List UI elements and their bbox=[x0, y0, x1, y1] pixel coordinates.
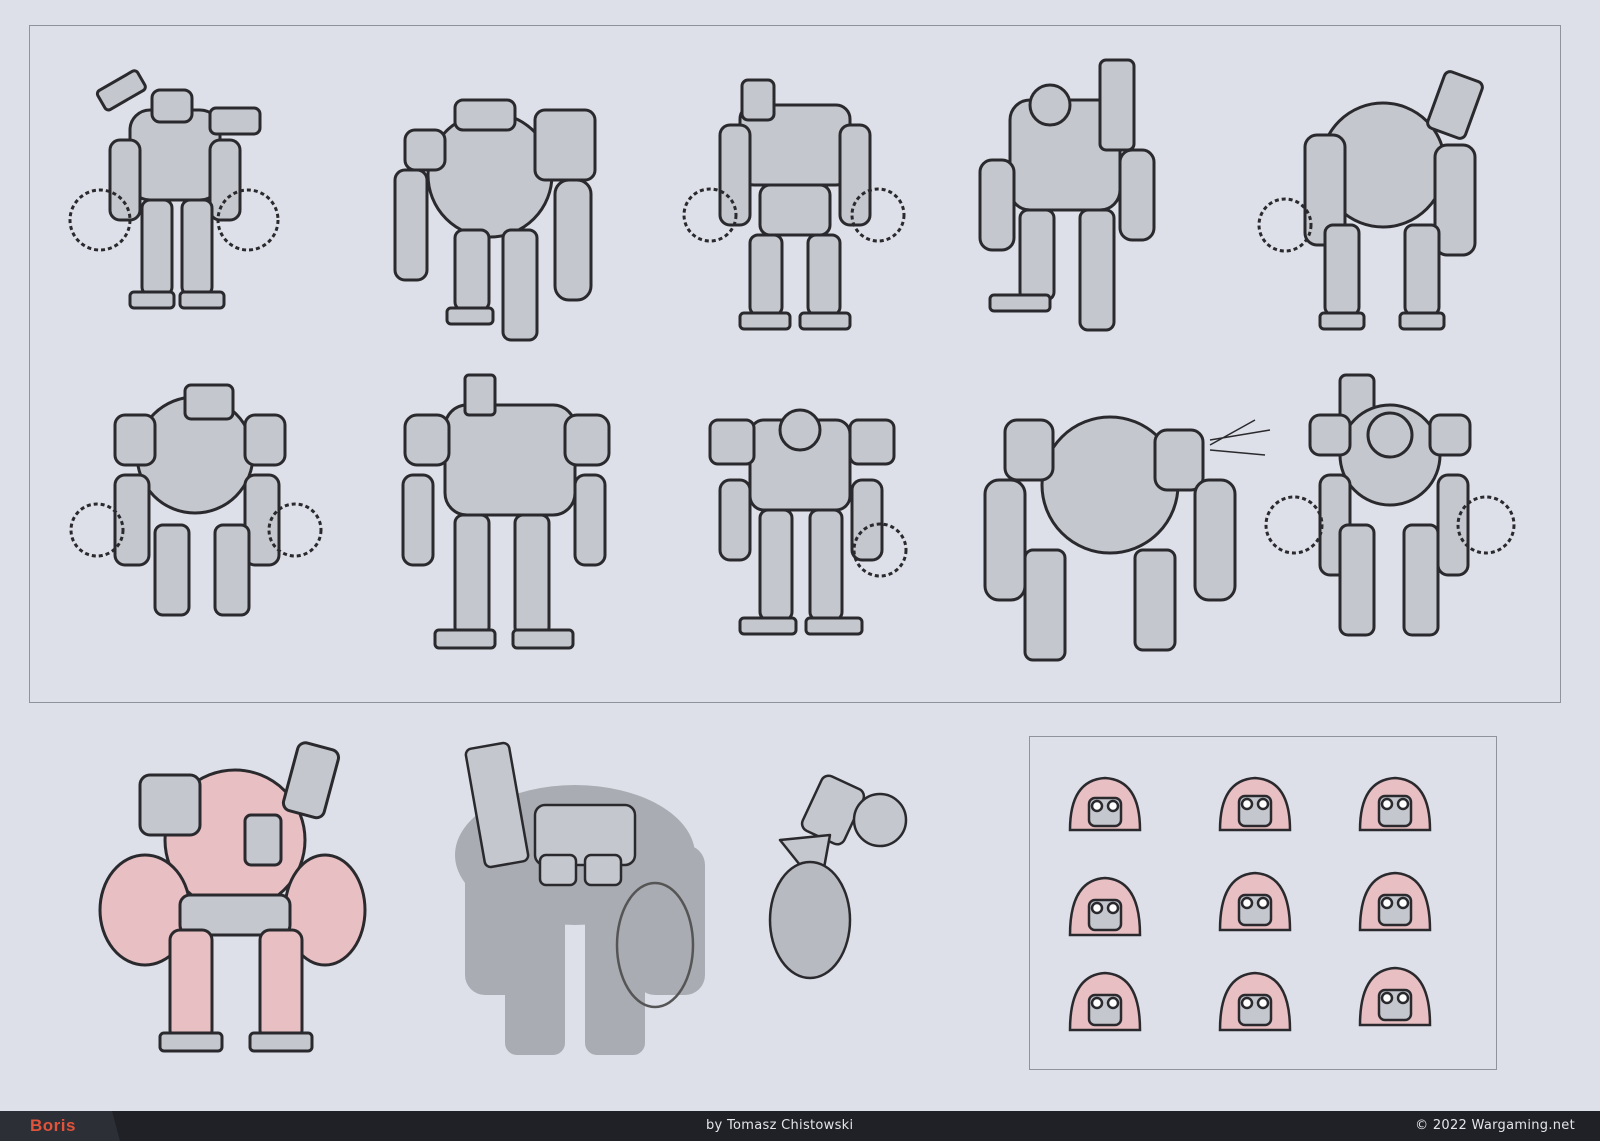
saw-arm-detail bbox=[760, 774, 930, 980]
head-study-6 bbox=[1355, 865, 1435, 940]
concept-art-sheet: Boris by Tomasz Chistowski © 2022 Wargam… bbox=[0, 0, 1600, 1141]
head-study-4 bbox=[1065, 870, 1145, 945]
head-study-9 bbox=[1355, 960, 1435, 1035]
robot-sketch-6 bbox=[69, 383, 323, 645]
copyright-text: © 2022 Wargaming.net bbox=[1415, 1118, 1575, 1133]
head-study-8 bbox=[1215, 965, 1295, 1040]
robot-sketch-7 bbox=[395, 373, 620, 665]
robot-back-silhouette bbox=[435, 741, 725, 1065]
head-study-1 bbox=[1065, 770, 1145, 840]
robot-sketch-1 bbox=[68, 69, 280, 350]
robot-color-study bbox=[98, 741, 380, 1065]
robot-sketch-4 bbox=[970, 58, 1180, 345]
character-name: Boris bbox=[30, 1116, 76, 1135]
robot-sketch-9 bbox=[983, 400, 1275, 680]
head-study-3 bbox=[1355, 770, 1435, 840]
robot-sketch-2 bbox=[385, 90, 615, 360]
title-tab: Boris bbox=[0, 1111, 120, 1141]
head-study-5 bbox=[1215, 865, 1295, 940]
robot-sketch-10 bbox=[1264, 373, 1516, 665]
robot-sketch-5 bbox=[1257, 70, 1505, 345]
robot-sketch-3 bbox=[682, 75, 906, 345]
artist-credit: by Tomasz Chistowski bbox=[706, 1118, 854, 1133]
head-study-7 bbox=[1065, 965, 1145, 1040]
head-study-2 bbox=[1215, 770, 1295, 840]
footer-bar: Boris by Tomasz Chistowski © 2022 Wargam… bbox=[0, 1111, 1600, 1141]
robot-sketch-8 bbox=[700, 400, 908, 650]
